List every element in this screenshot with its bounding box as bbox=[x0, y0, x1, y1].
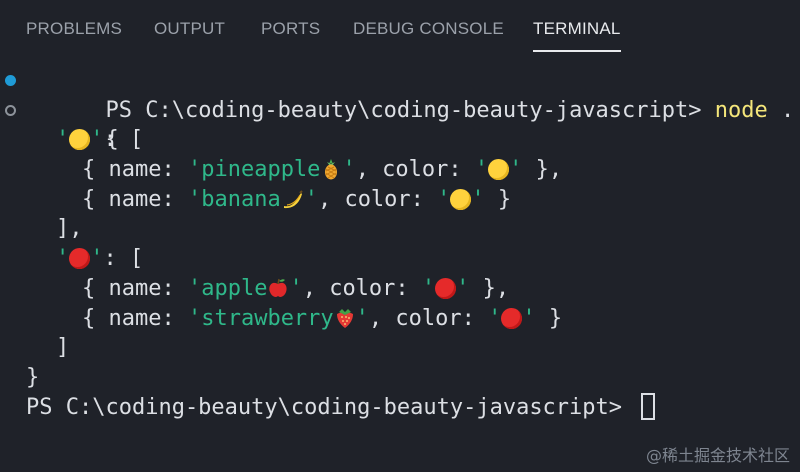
item-end: } bbox=[484, 186, 512, 212]
prompt-text: PS C:\coding-beauty\coding-beauty-javasc… bbox=[26, 394, 636, 420]
quote: ' bbox=[304, 186, 318, 212]
command-pending-icon[interactable] bbox=[5, 104, 16, 116]
tab-terminal-label: TERMINAL bbox=[533, 19, 621, 38]
terminal-line-item: { name: 'pineapple ', color: ' ' }, bbox=[0, 155, 800, 185]
terminal-line-prompt: PS C:\coding-beauty\coding-beauty-javasc… bbox=[0, 392, 800, 423]
terminal-line-item: { name: 'strawberry ', color: ' ' } bbox=[0, 304, 800, 334]
yellow-circle-icon bbox=[488, 159, 510, 181]
item-end: }, bbox=[469, 275, 510, 301]
group-close: ] bbox=[56, 335, 70, 361]
strawberry-icon bbox=[334, 306, 356, 331]
item-end: } bbox=[535, 305, 563, 331]
red-circle-icon bbox=[501, 307, 523, 329]
tab-output[interactable]: OUTPUT bbox=[154, 19, 225, 55]
quote: ' bbox=[187, 186, 202, 212]
fruit-name: apple bbox=[201, 275, 268, 301]
quote: ' bbox=[474, 157, 489, 183]
quote: ' bbox=[90, 246, 104, 272]
terminal-line-item: { name: 'banana ', color: ' ' } bbox=[0, 185, 800, 215]
group-close: ], bbox=[56, 216, 83, 242]
quote: ' bbox=[421, 275, 436, 301]
quote: ' bbox=[56, 127, 70, 153]
quote: ' bbox=[342, 157, 356, 183]
fruit-name: banana bbox=[201, 186, 281, 212]
quote: ' bbox=[471, 186, 485, 212]
yellow-circle-icon bbox=[69, 129, 91, 151]
terminal-line-group-key: ' ': [ bbox=[0, 125, 800, 155]
terminal-cursor[interactable] bbox=[641, 392, 656, 420]
banana-icon bbox=[281, 187, 305, 212]
quote: ' bbox=[522, 305, 536, 331]
terminal-panel: PROBLEMS OUTPUT PORTS DEBUG CONSOLE TERM… bbox=[0, 0, 800, 472]
terminal-line-close-brace: } bbox=[0, 363, 800, 393]
panel-tab-bar: PROBLEMS OUTPUT PORTS DEBUG CONSOLE TERM… bbox=[0, 0, 800, 56]
color-key: , color: bbox=[317, 186, 438, 212]
terminal-line-command: PS C:\coding-beauty\coding-beauty-javasc… bbox=[0, 66, 800, 123]
name-key: { name: bbox=[82, 305, 188, 331]
apple-icon bbox=[267, 276, 289, 301]
color-key: , color: bbox=[355, 157, 475, 183]
active-tab-indicator bbox=[533, 50, 621, 52]
quote: ' bbox=[437, 186, 451, 212]
name-key: { name: bbox=[82, 157, 188, 183]
red-circle-icon bbox=[435, 277, 457, 299]
color-key: , color: bbox=[368, 305, 489, 331]
terminal-line-open-brace: { bbox=[0, 96, 800, 152]
terminal-line-group-close: ] bbox=[0, 333, 800, 363]
quote: ' bbox=[187, 157, 202, 183]
quote: ' bbox=[355, 305, 369, 331]
name-key: { name: bbox=[82, 275, 188, 301]
quote: ' bbox=[187, 305, 202, 331]
terminal-line-group-close: ], bbox=[0, 214, 800, 244]
watermark: @稀土掘金技术社区 bbox=[645, 446, 790, 465]
quote: ' bbox=[56, 246, 70, 272]
group-key-suffix: : [ bbox=[103, 127, 144, 153]
tab-terminal[interactable]: TERMINAL bbox=[533, 19, 621, 55]
terminal-output[interactable]: PS C:\coding-beauty\coding-beauty-javasc… bbox=[0, 66, 800, 472]
quote: ' bbox=[488, 305, 502, 331]
quote: ' bbox=[289, 275, 303, 301]
name-key: { name: bbox=[82, 186, 188, 212]
tab-debug-console[interactable]: DEBUG CONSOLE bbox=[353, 19, 504, 55]
yellow-circle-icon bbox=[450, 188, 472, 210]
tab-problems[interactable]: PROBLEMS bbox=[26, 19, 122, 55]
close-brace: } bbox=[26, 364, 40, 390]
color-key: , color: bbox=[302, 275, 422, 301]
quote: ' bbox=[187, 275, 202, 301]
fruit-name: pineapple bbox=[201, 157, 321, 183]
terminal-line-item: { name: 'apple ', color: ' ' }, bbox=[0, 274, 800, 304]
quote: ' bbox=[456, 275, 470, 301]
red-circle-icon bbox=[69, 248, 91, 270]
pineapple-icon bbox=[320, 157, 342, 182]
fruit-name: strawberry bbox=[201, 305, 334, 331]
quote: ' bbox=[90, 127, 104, 153]
terminal-line-group-key: ' ': [ bbox=[0, 244, 800, 274]
quote: ' bbox=[509, 157, 523, 183]
group-key-suffix: : [ bbox=[103, 246, 144, 272]
item-end: }, bbox=[522, 157, 563, 183]
command-success-icon[interactable] bbox=[5, 75, 16, 86]
tab-ports[interactable]: PORTS bbox=[261, 19, 320, 55]
